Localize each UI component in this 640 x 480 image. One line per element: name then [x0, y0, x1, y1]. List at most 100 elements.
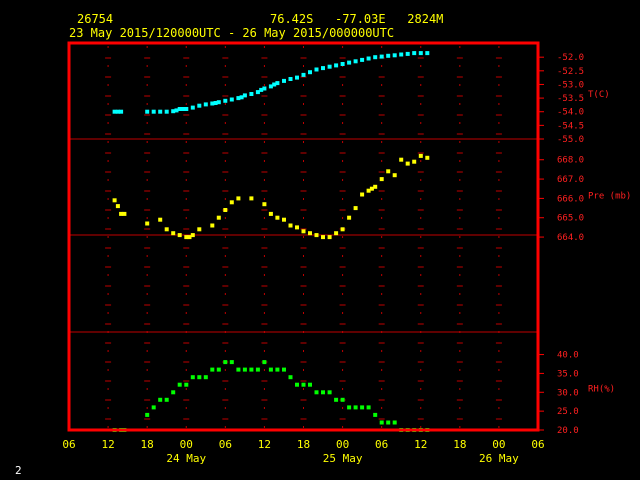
pressure-point	[392, 173, 397, 178]
x-tick-label: 06	[531, 438, 544, 451]
y-tick-label: 35.0	[557, 369, 579, 379]
temperature-point	[249, 92, 254, 96]
temperature-point	[229, 97, 234, 102]
humidity-point	[145, 412, 150, 417]
humidity-point	[190, 375, 195, 380]
y-tick-label: -53.0	[557, 80, 584, 90]
temperature-point	[223, 98, 228, 103]
temperature-point	[275, 81, 280, 86]
pressure-point	[216, 215, 221, 220]
humidity-point	[164, 397, 169, 402]
y-tick-label: 668.0	[557, 156, 584, 166]
humidity-point	[210, 367, 215, 372]
y-tick-label: 667.0	[557, 175, 584, 185]
humidity-point	[340, 397, 345, 402]
humidity-point	[373, 412, 378, 417]
humidity-point	[386, 420, 391, 425]
pressure-point	[405, 161, 410, 166]
humidity-point	[366, 405, 371, 410]
pressure-point	[190, 233, 195, 238]
pressure-point	[399, 157, 404, 162]
y-tick-label: -55.0	[557, 135, 584, 145]
x-tick-label: 06	[62, 438, 75, 451]
pressure-point	[425, 155, 430, 160]
meteogram: 26754 76.42S -77.03E 2824M 23 May 2015/1…	[15, 12, 631, 477]
humidity-point	[353, 405, 358, 410]
station-id: 26754	[77, 12, 113, 26]
x-tick-label: 00	[180, 438, 193, 451]
pressure-point	[236, 196, 241, 201]
temperature-point	[373, 55, 378, 60]
pressure-point	[145, 221, 150, 226]
pressure-point	[275, 215, 280, 220]
humidity-point	[295, 382, 299, 387]
pressure-point	[347, 215, 352, 220]
grid	[69, 46, 538, 428]
pressure-point	[210, 223, 215, 228]
pressure-point	[379, 177, 384, 182]
humidity-point	[275, 367, 280, 372]
x-tick-label: 00	[336, 438, 349, 451]
pressure-point	[353, 206, 358, 211]
temperature-point	[314, 67, 319, 72]
date-label: 26 May	[479, 452, 519, 465]
pressure-axis-label: Pre (mb)	[588, 192, 631, 202]
y-tick-label: 40.0	[557, 351, 579, 361]
temperature-point	[190, 105, 195, 110]
pressure-point	[171, 231, 176, 236]
temperature-point	[353, 59, 358, 64]
humidity-point	[288, 375, 293, 380]
temperature-point	[184, 107, 189, 111]
pressure-point	[321, 235, 325, 240]
x-tick-label: 12	[258, 438, 271, 451]
temperature-point	[425, 51, 430, 56]
x-tick-label: 12	[101, 438, 114, 451]
humidity-point	[242, 367, 247, 372]
humidity-point	[268, 367, 273, 372]
temperature-point	[360, 57, 365, 62]
temperature-point	[347, 60, 352, 65]
temperature-point	[321, 66, 325, 71]
temperature-point	[158, 109, 163, 114]
pressure-point	[262, 202, 267, 207]
temperature-point	[282, 78, 286, 83]
pressure-point	[295, 225, 299, 230]
temperature-point	[288, 77, 293, 81]
pressure-point	[229, 200, 234, 205]
temperature-point	[392, 53, 397, 58]
pressure-point	[115, 204, 120, 209]
humidity-point	[216, 367, 221, 372]
temperature-point	[301, 72, 306, 77]
pressure-point	[340, 227, 345, 232]
humidity-point	[236, 367, 241, 372]
humidity-point	[177, 382, 182, 387]
humidity-point	[334, 397, 339, 402]
humidity-point	[262, 360, 267, 365]
temperature-point	[308, 70, 312, 75]
pressure-point	[327, 235, 332, 240]
temperature-point	[216, 100, 221, 105]
temperature-point	[405, 51, 410, 56]
pressure-point	[288, 223, 293, 228]
temperature-point	[366, 56, 371, 61]
humidity-point	[203, 375, 208, 380]
station-location: 76.42S -77.03E 2824M	[270, 12, 443, 26]
y-tick-label: -52.5	[557, 67, 584, 77]
pressure-point	[177, 233, 182, 238]
y-tick-label: -52.0	[557, 53, 584, 63]
humidity-point	[171, 390, 176, 395]
pressure-point	[314, 233, 319, 238]
humidity-point	[249, 367, 254, 372]
pressure-point	[112, 198, 117, 203]
temperature-point	[262, 86, 267, 91]
x-tick-label: 18	[453, 438, 466, 451]
temperature-point	[151, 109, 156, 114]
humidity-point	[360, 405, 365, 410]
humidity-point	[151, 405, 156, 410]
temperature-point	[379, 54, 384, 59]
y-tick-label: -54.0	[557, 108, 584, 118]
pressure-point	[308, 231, 312, 236]
humidity-point	[223, 360, 228, 365]
y-tick-label: 666.0	[557, 194, 584, 204]
humidity-point	[347, 405, 352, 410]
